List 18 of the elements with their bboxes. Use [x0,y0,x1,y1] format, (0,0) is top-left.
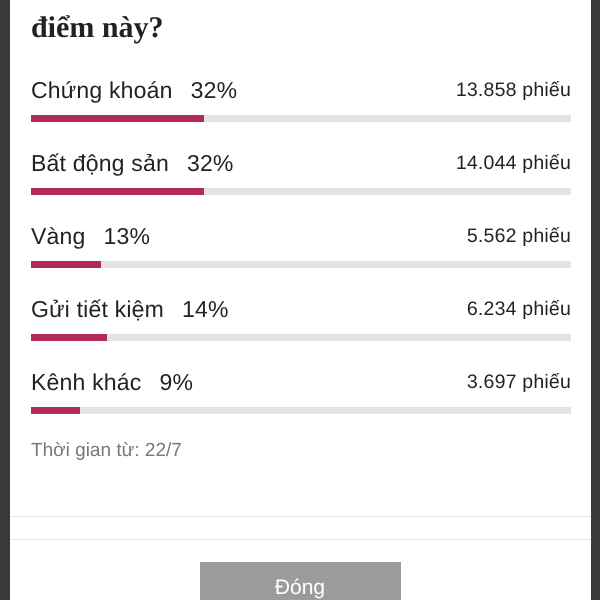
time-text: Thời gian từ: 22/7 [31,440,182,462]
vote-count: 6.234 phiếu [466,297,571,321]
option-label: Chứng khoán [31,76,173,104]
option-label: Bất động sản [31,149,169,177]
vote-count: 14.044 phiếu [456,151,571,175]
question-text: điểm này? [31,10,164,46]
option-label: Vàng [31,222,86,250]
vote-count: 5.562 phiếu [466,224,571,248]
vote-count: 13.858 phiếu [456,78,571,102]
option-label: Kênh khác [31,368,142,396]
percent-text: 14% [182,295,229,323]
percent-text: 9% [160,368,194,396]
vote-count: 3.697 phiếu [466,370,571,394]
percent-text: 32% [186,149,234,177]
option-label: Gửi tiết kiệm [31,295,164,323]
percent-text: 13% [104,222,150,250]
close-button[interactable]: Đóng [200,562,400,600]
percent-text: 32% [190,76,238,104]
